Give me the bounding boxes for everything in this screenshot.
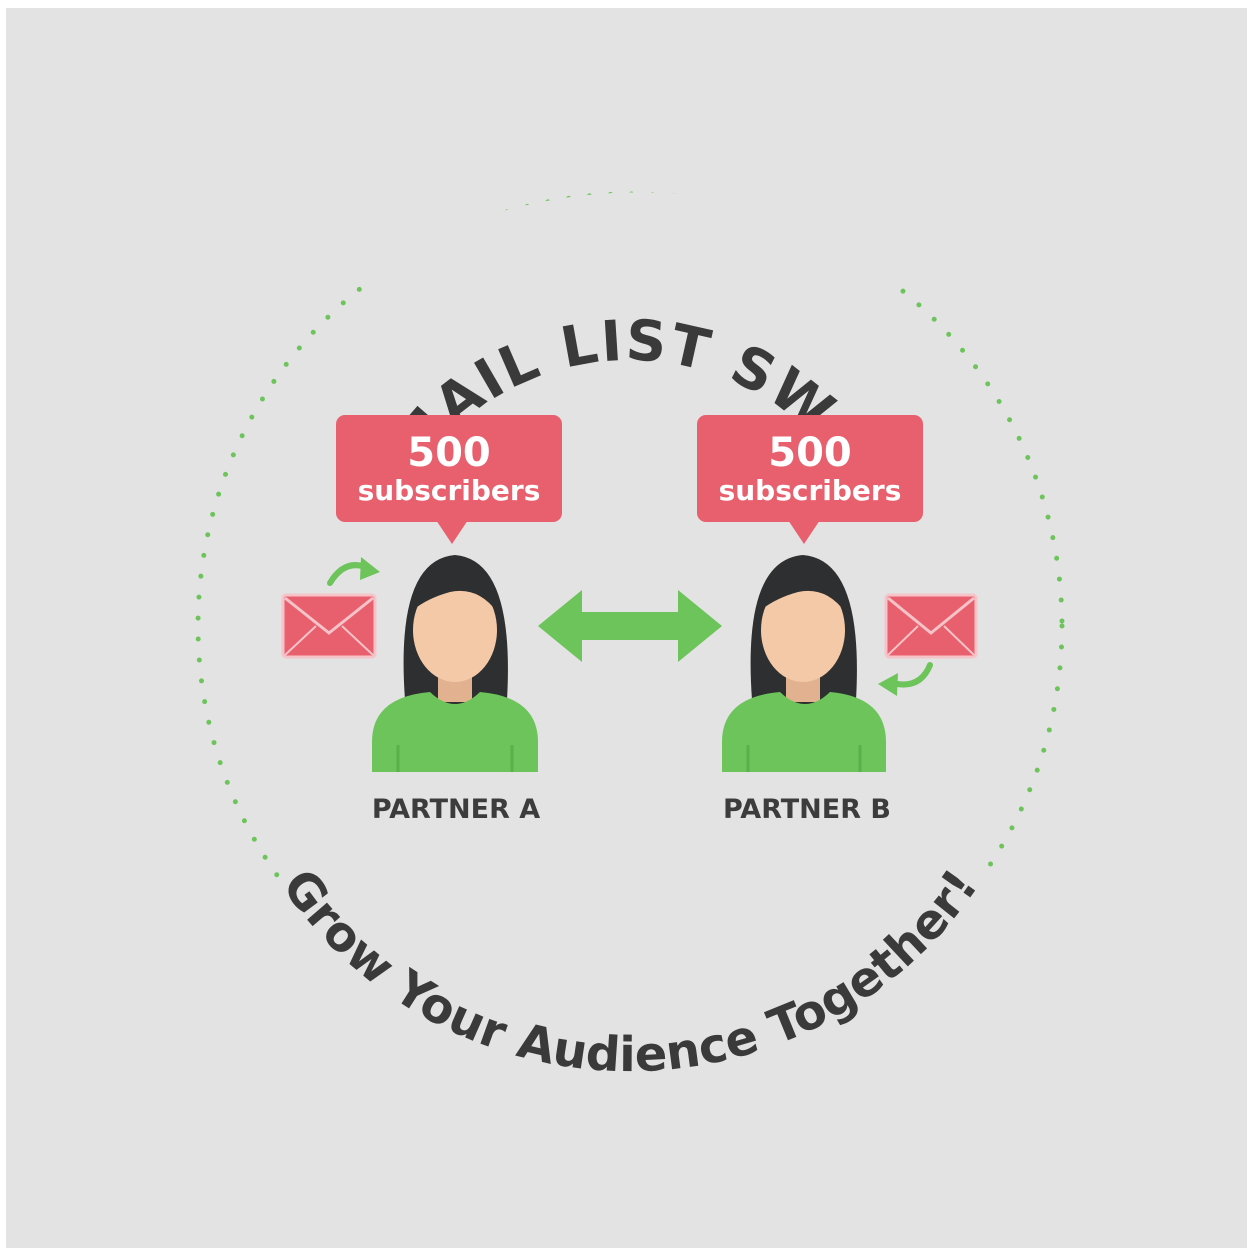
subscriber-bubble-b: 500 subscribers: [697, 415, 923, 544]
partner-b-label: PARTNER B: [723, 794, 891, 825]
partner-b: 500 subscribers PARTNER B: [697, 415, 978, 825]
partner-a-label: PARTNER A: [372, 794, 540, 825]
subscriber-unit-b: subscribers: [719, 474, 902, 507]
curved-arrow-icon: [327, 557, 380, 586]
person-icon: [722, 555, 886, 772]
tagline-text: Grow Your Audience Together!: [271, 859, 989, 1083]
envelope-icon: [884, 593, 978, 659]
subscriber-bubble-a: 500 subscribers: [336, 415, 562, 544]
partner-a: 500 subscribers PARTNER A: [281, 415, 562, 825]
envelope-icon: [281, 593, 377, 659]
double-arrow-icon: [538, 590, 722, 662]
curved-arrow-icon: [878, 662, 933, 696]
person-icon: [372, 555, 538, 772]
diagram: EMAIL LIST SWAP Grow Your Audience Toget…: [195, 191, 1065, 1083]
subscriber-count-a: 500: [407, 430, 491, 476]
subscriber-count-b: 500: [768, 430, 852, 476]
subscriber-unit-a: subscribers: [358, 474, 541, 507]
